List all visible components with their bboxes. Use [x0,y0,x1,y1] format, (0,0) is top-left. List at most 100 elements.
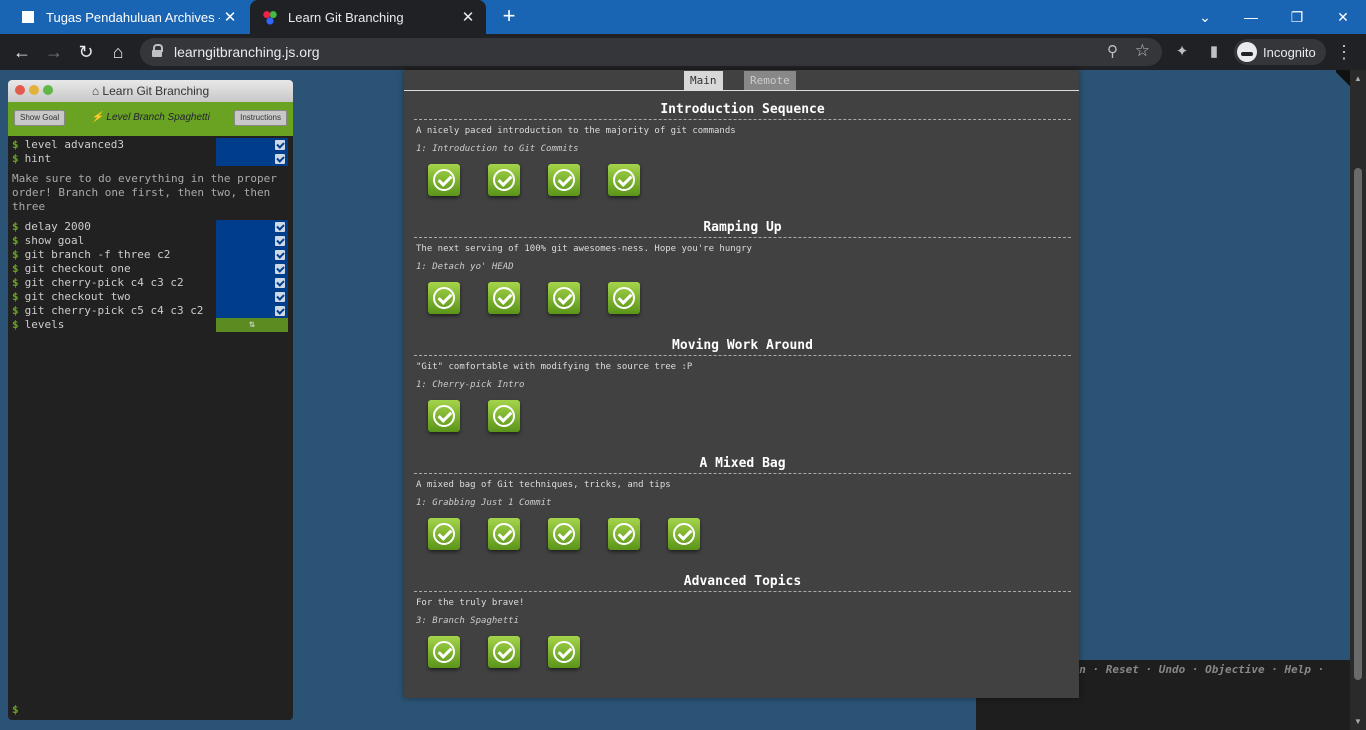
lightning-icon: ⚡ [91,112,104,123]
window-close-icon[interactable]: ✕ [1320,0,1366,34]
check-icon [275,264,285,274]
control-menu[interactable]: ion · Reset · Undo · Objective · Help · [1066,660,1356,680]
level-toolbar: Show Goal ⚡ Level Branch Spaghetti Instr… [8,102,293,136]
tab-title: Learn Git Branching [288,9,404,25]
checkmark-icon [553,523,575,545]
browser-toolbar: ← → ↻ ⌂ learngitbranching.js.org ⚲ ☆ ✦ ▮… [0,34,1366,70]
incognito-badge[interactable]: Incognito [1234,39,1326,65]
level-icons [414,392,1071,442]
new-tab-icon[interactable]: + [498,5,520,27]
zoom-icon[interactable]: ⚲ [1107,42,1118,60]
tab-search-icon[interactable]: ⌄ [1182,0,1228,34]
sequence-section: A Mixed Bag A mixed bag of Git techniques… [414,454,1071,560]
check-icon [275,278,285,288]
more-menu-icon[interactable]: ⋮ [1332,40,1356,64]
sequence-title: Introduction Sequence [414,100,1071,120]
site-favicon-icon [20,9,36,25]
sequence-title: Ramping Up [414,218,1071,238]
close-tab-icon[interactable]: ✕ [458,8,478,26]
level-complete-button[interactable] [608,282,640,314]
home-icon[interactable]: ⌂ [106,40,130,64]
level-complete-button[interactable] [548,282,580,314]
level-complete-button[interactable] [608,518,640,550]
command-row: $ delay 2000 [8,220,293,234]
minimize-icon[interactable]: — [1228,0,1274,34]
browser-tab-2[interactable]: Learn Git Branching ✕ [250,0,486,34]
extensions-puzzle-icon[interactable]: ✦ [1170,40,1194,64]
page-content: ⌂ Learn Git Branching Show Goal ⚡ Level … [0,70,1366,730]
git-favicon-icon [262,9,278,25]
command-text: levels [24,318,65,331]
checkmark-icon [553,641,575,663]
level-complete-button[interactable] [548,164,580,196]
command-row: $ levels ⇅ [8,318,293,332]
maximize-dot-icon[interactable] [43,85,53,95]
sequence-description: A nicely paced introduction to the major… [416,126,736,136]
url-text[interactable]: learngitbranching.js.org [174,44,320,60]
command-row: $ git cherry-pick c5 c4 c3 c2 [8,304,293,318]
level-complete-button[interactable] [428,636,460,668]
checkmark-icon [433,405,455,427]
level-complete-button[interactable] [428,400,460,432]
incognito-label: Incognito [1263,44,1316,60]
minimize-dot-icon[interactable] [29,85,39,95]
command-text: git cherry-pick c5 c4 c3 c2 [24,304,204,317]
command-text: git branch -f three c2 [24,248,171,261]
level-complete-button[interactable] [668,518,700,550]
level-complete-button[interactable] [488,400,520,432]
scrollbar-thumb[interactable] [1354,168,1362,680]
checkmark-icon [493,523,515,545]
terminal-title: Learn Git Branching [102,84,210,98]
command-history: $ level advanced3 $ hint Make sure to do e… [8,138,293,332]
page-scrollbar[interactable]: ▲ ▼ [1350,70,1366,730]
browser-tab-strip: Tugas Pendahuluan Archives - In ✕ Learn … [0,0,1366,34]
back-arrow-icon[interactable]: ← [10,40,34,64]
instructions-button[interactable]: Instructions [234,110,287,126]
current-level-label: 1: Grabbing Just 1 Commit [416,498,552,508]
checkmark-icon [613,523,635,545]
command-row: $ show goal [8,234,293,248]
command-text: level advanced3 [24,138,124,151]
level-icons [414,510,1071,560]
browser-tab-1[interactable]: Tugas Pendahuluan Archives - In ✕ [8,0,248,34]
level-complete-button[interactable] [488,282,520,314]
level-complete-button[interactable] [488,164,520,196]
current-level-label: 1: Introduction to Git Commits [416,144,579,154]
side-panel-icon[interactable]: ▮ [1202,40,1226,64]
check-icon [275,292,285,302]
level-complete-button[interactable] [488,636,520,668]
check-icon [275,250,285,260]
window-controls [15,85,53,95]
level-complete-button[interactable] [548,518,580,550]
tab-remote[interactable]: Remote [744,71,796,90]
level-complete-button[interactable] [428,282,460,314]
command-text: delay 2000 [24,220,91,233]
level-complete-button[interactable] [608,164,640,196]
lock-icon[interactable] [152,44,163,58]
checkmark-icon [493,641,515,663]
level-complete-button[interactable] [428,164,460,196]
close-dot-icon[interactable] [15,85,25,95]
sequence-section: Moving Work Around "Git" comfortable with… [414,336,1071,442]
command-prompt[interactable]: $ [12,703,19,716]
bookmark-star-icon[interactable]: ☆ [1135,41,1150,61]
reload-icon[interactable]: ↻ [74,40,98,64]
command-text: git checkout two [24,290,131,303]
level-complete-button[interactable] [488,518,520,550]
level-complete-button[interactable] [428,518,460,550]
level-complete-button[interactable] [548,636,580,668]
current-level-label: 1: Cherry-pick Intro [416,380,525,390]
sequence-description: A mixed bag of Git techniques, tricks, a… [416,480,671,490]
address-bar[interactable]: learngitbranching.js.org ⚲ ☆ [140,38,1162,66]
checkmark-icon [493,169,515,191]
command-row: $ git checkout one [8,262,293,276]
close-tab-icon[interactable]: ✕ [220,8,240,26]
tab-main[interactable]: Main [684,71,723,90]
forward-arrow-icon[interactable]: → [42,40,66,64]
restore-icon[interactable]: ❐ [1274,0,1320,34]
dialog-tabs: Main Remote [404,70,1079,91]
scroll-up-icon[interactable]: ▲ [1354,74,1362,83]
level-select-dialog: Main Remote Introduction Sequence A nicel… [404,70,1079,698]
command-row: $ git checkout two [8,290,293,304]
scroll-down-icon[interactable]: ▼ [1354,717,1362,726]
